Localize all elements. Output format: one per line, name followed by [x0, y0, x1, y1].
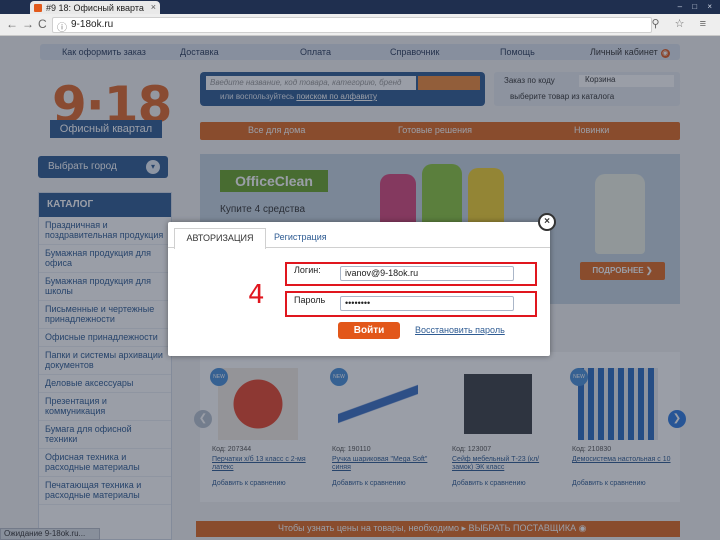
- browser-tools-icons[interactable]: ⚲ ☆ ≡: [652, 17, 712, 30]
- tab-authorization[interactable]: АВТОРИЗАЦИЯ: [174, 228, 266, 249]
- browser-tab-strip: #9 18: Офисный кварта × – □ ×: [0, 0, 720, 14]
- tab-registration[interactable]: Регистрация: [274, 232, 327, 242]
- restore-password-link[interactable]: Восстановить пароль: [415, 325, 505, 335]
- tab-close-icon[interactable]: ×: [151, 2, 156, 12]
- login-button[interactable]: Войти: [338, 322, 400, 339]
- browser-tab-title: #9 18: Офисный кварта: [46, 3, 144, 13]
- reload-icon[interactable]: C: [38, 17, 47, 31]
- back-icon[interactable]: ←: [6, 17, 18, 31]
- site-favicon-icon: [34, 4, 42, 12]
- step-number-annotation: 4: [248, 280, 265, 310]
- password-label: Пароль: [294, 295, 326, 305]
- close-icon[interactable]: ×: [538, 213, 556, 231]
- login-label: Логин:: [294, 265, 321, 275]
- window-controls[interactable]: – □ ×: [678, 2, 716, 11]
- page-info-icon[interactable]: ⓘ: [57, 19, 67, 34]
- auth-tabs: АВТОРИЗАЦИЯ Регистрация: [168, 222, 550, 249]
- address-bar: ← → C ⓘ 9-18ok.ru ⚲ ☆ ≡: [0, 14, 720, 36]
- forward-icon[interactable]: →: [22, 17, 34, 31]
- url-text: 9-18ok.ru: [71, 19, 114, 30]
- password-field[interactable]: ••••••••: [340, 296, 514, 311]
- url-input[interactable]: ⓘ 9-18ok.ru: [52, 17, 652, 34]
- browser-tab[interactable]: #9 18: Офисный кварта ×: [30, 1, 160, 14]
- login-field[interactable]: ivanov@9-18ok.ru: [340, 266, 514, 281]
